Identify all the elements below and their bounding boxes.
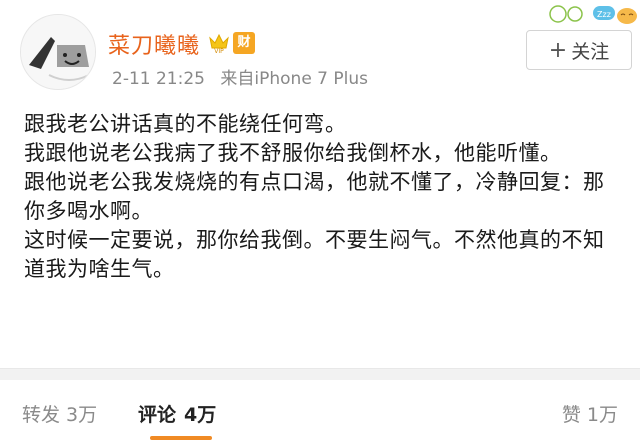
- comment-tab[interactable]: 评论 4万: [138, 400, 216, 427]
- section-divider: [0, 368, 640, 380]
- decoration-sticker-icon: Zzz: [549, 5, 637, 24]
- follow-label: 关注: [571, 40, 610, 63]
- follow-button[interactable]: + 关注: [526, 30, 632, 70]
- repost-tab[interactable]: 转发 3万: [22, 400, 97, 427]
- active-tab-indicator: [150, 436, 212, 440]
- post-date: 2-11 21:25: [112, 69, 205, 89]
- post-line: 跟我老公讲话真的不能绕任何弯。: [24, 112, 347, 136]
- plus-icon: +: [548, 37, 568, 63]
- post-content: 跟我老公讲话真的不能绕任何弯。 我跟他说老公我病了我不舒服你给我倒杯水，他能听懂…: [24, 110, 620, 284]
- post-line: 我跟他说老公我病了我不舒服你给我倒杯水，他能听懂。: [24, 141, 562, 165]
- like-count: 1万: [586, 404, 618, 426]
- zzz-label: Zzz: [597, 10, 611, 19]
- vip-crown-icon: VIP: [209, 33, 229, 54]
- like-label: 赞: [561, 404, 581, 426]
- post-line: 跟他说老公我发烧烧的有点口渴，他就不懂了，冷静回复：那你多喝水啊。: [24, 170, 605, 223]
- like-tab[interactable]: 赞 1万: [562, 400, 618, 427]
- avatar-face-icon: [21, 15, 95, 89]
- post-line: 这时候一定要说，那你给我倒。不要生闷气。不然他真的不知道我为啥生气。: [24, 228, 605, 281]
- post-action-bar: 转发 3万 评论 4万 赞 1万: [0, 380, 640, 444]
- user-badges: VIP 财: [207, 32, 255, 54]
- wealth-badge: 财: [233, 32, 255, 54]
- svg-text:VIP: VIP: [214, 48, 224, 54]
- comment-label: 评论: [138, 404, 177, 426]
- post-source: 来自iPhone 7 Plus: [220, 69, 369, 89]
- post-meta: 2-11 21:25 来自iPhone 7 Plus: [112, 64, 368, 89]
- avatar[interactable]: [20, 14, 96, 90]
- weibo-post-card: Zzz 菜刀曦曦 VIP 财 2-11 21:25 来自iPhone 7 Plu…: [0, 0, 640, 444]
- username[interactable]: 菜刀曦曦: [108, 28, 200, 60]
- repost-label: 转发: [22, 404, 61, 426]
- comment-count: 4万: [184, 404, 217, 426]
- repost-count: 3万: [66, 404, 98, 426]
